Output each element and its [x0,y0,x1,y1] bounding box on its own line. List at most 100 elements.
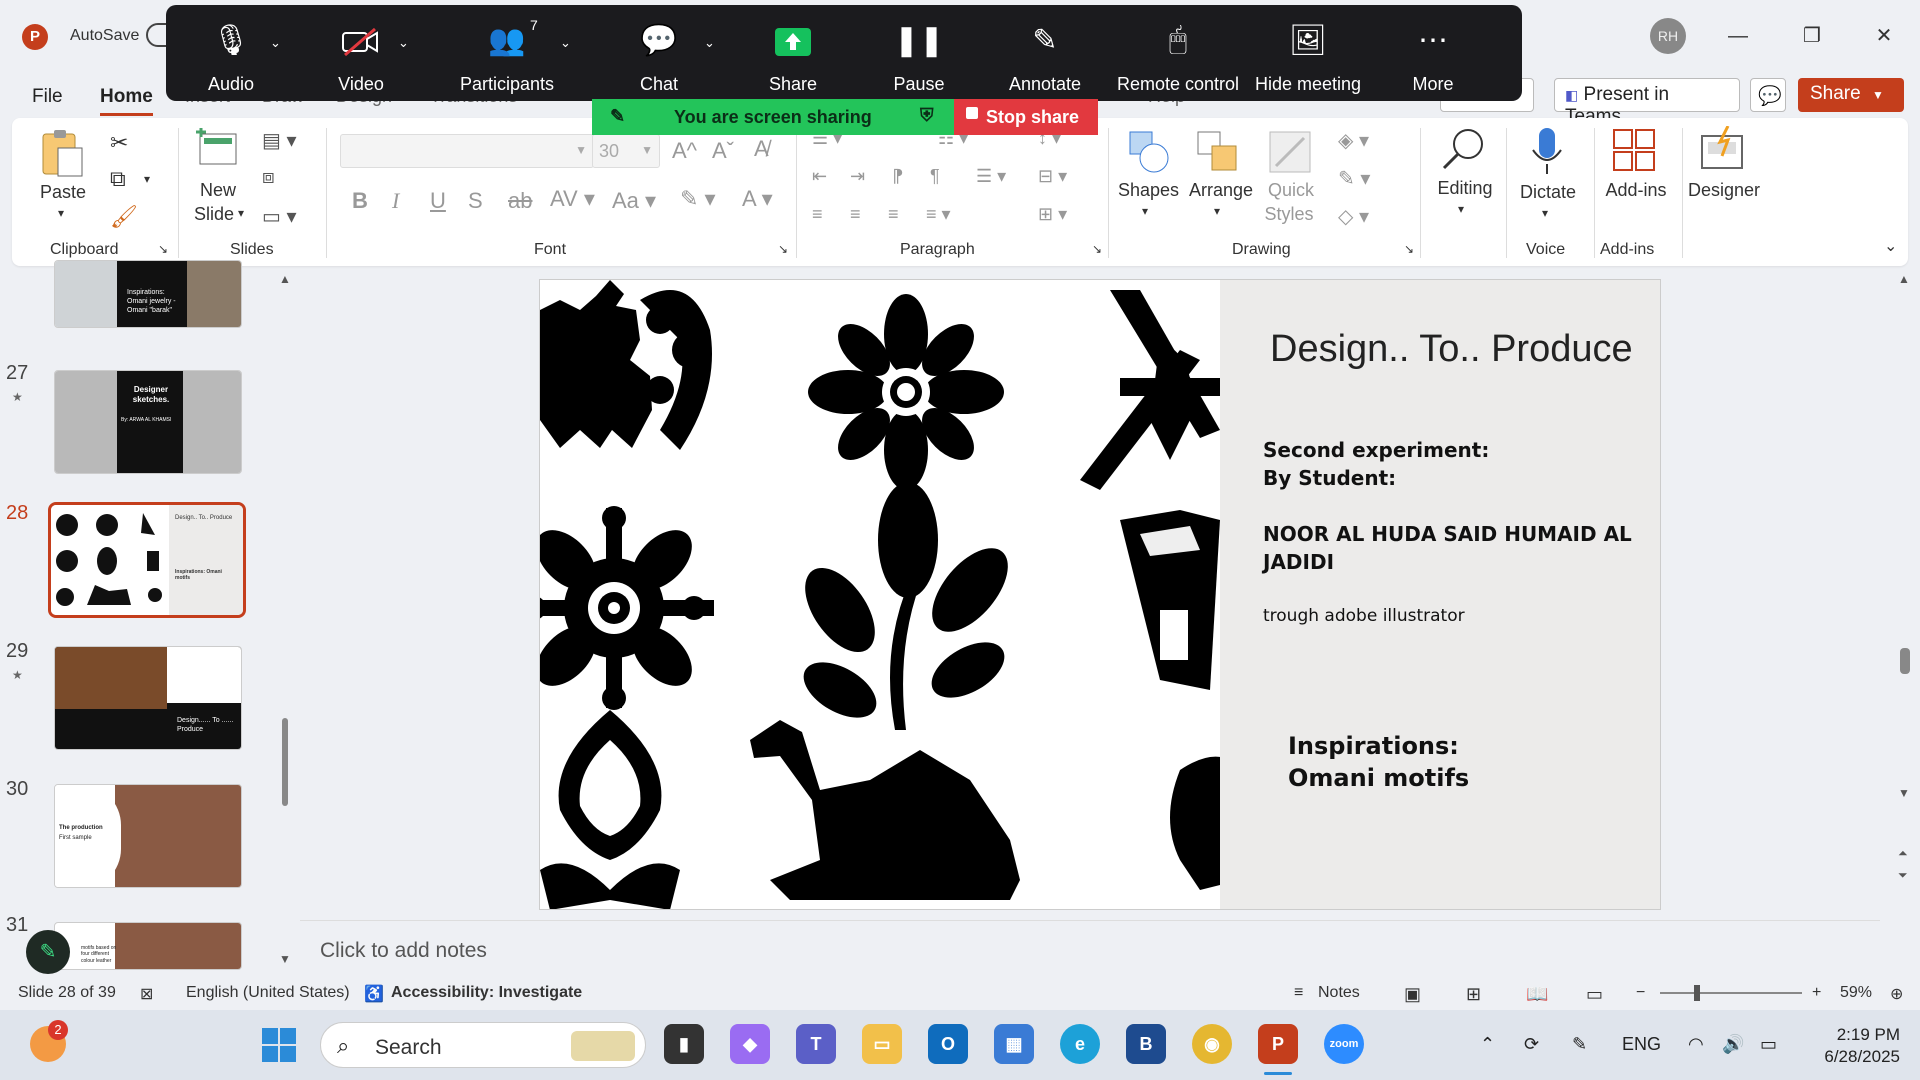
decrease-font-icon[interactable]: Aˇ [712,138,734,164]
chevron-down-icon[interactable]: ⌄ [704,35,715,51]
chevron-down-icon[interactable]: ▾ [1214,204,1220,218]
notes-toggle[interactable]: Notes [1318,984,1360,1002]
spelling-icon[interactable]: ⊠ [140,984,153,1004]
slide-thumbnail-31[interactable]: motifs based on four different colour le… [54,922,242,970]
chevron-down-icon[interactable]: ▾ [1142,204,1148,218]
zoom-app-icon[interactable]: zoom [1324,1024,1364,1064]
clear-formatting-icon[interactable]: A̸ [754,136,769,162]
decrease-indent-icon[interactable]: ⇤ [812,166,827,187]
battery-icon[interactable]: ▭ [1760,1034,1777,1055]
justify-icon[interactable]: ≡ ▾ [926,204,951,225]
scroll-thumb[interactable] [282,718,288,806]
chrome-icon[interactable]: ◉ [1192,1024,1232,1064]
arrange-icon[interactable] [1194,128,1242,176]
quick-styles-icon[interactable] [1266,128,1314,176]
magnifier-icon[interactable] [1440,126,1490,172]
underline-icon[interactable]: U [430,188,446,214]
wifi-icon[interactable]: ◠ [1688,1034,1704,1055]
scroll-down-icon[interactable]: ▼ [279,952,291,966]
participants-button[interactable]: 👥 Participants [442,5,572,101]
highlight-icon[interactable]: ✎ ▾ [680,186,716,212]
pause-button[interactable]: ❚❚ Pause [854,5,984,101]
slide-title[interactable]: Design.. To.. Produce [1270,328,1633,371]
slide-thumbnail-30[interactable]: The production First sample [54,784,242,888]
screen-sharing-banner[interactable]: ✎ You are screen sharing ⛨ [592,99,954,135]
slide-thumbnail-27[interactable]: Designer sketches. By: ARWA AL KHAMSI [54,370,242,474]
scroll-down-icon[interactable]: ▼ [1898,786,1910,800]
slide-text-omani-motifs[interactable]: Omani motifs [1288,764,1469,792]
scroll-thumb[interactable] [1900,648,1910,674]
drag-handle-icon[interactable]: ✎ [610,106,625,127]
bold-icon[interactable]: B [352,188,368,214]
tab-file[interactable]: File [32,86,63,108]
zoom-slider[interactable] [1660,985,1802,1001]
video-button[interactable]: Video [296,5,426,101]
previous-slide-icon[interactable]: ⏶ [1898,846,1908,861]
chevron-down-icon[interactable]: ▾ [58,206,64,220]
powerpoint-taskbar-icon[interactable]: P [1258,1024,1298,1064]
paste-icon[interactable] [40,128,86,178]
reading-view-icon[interactable]: 📖 [1526,984,1548,1005]
change-case-icon[interactable]: Aa ▾ [612,188,656,214]
share-screen-button[interactable]: Share [728,5,858,101]
strikethrough-icon[interactable]: ab [508,188,532,214]
shadow-icon[interactable]: S [468,188,483,214]
task-view-icon[interactable]: ▮ [664,1024,704,1064]
chevron-down-icon[interactable]: ▾ [238,206,244,220]
chevron-down-icon[interactable]: ▾ [144,172,150,186]
copilot-icon[interactable]: ◆ [730,1024,770,1064]
align-text-icon[interactable]: ⊟ ▾ [1038,166,1067,187]
shape-fill-icon[interactable]: ◈ ▾ [1338,128,1369,153]
italic-icon[interactable]: I [392,188,399,214]
chat-button[interactable]: 💬 Chat [594,5,724,101]
designer-label[interactable]: Designer [1686,180,1762,201]
annotate-button[interactable]: ✎ Annotate [980,5,1110,101]
editing-label[interactable]: Editing [1430,178,1500,199]
increase-indent-icon[interactable]: ⇥ [850,166,865,187]
font-color-icon[interactable]: A ▾ [742,186,773,212]
dialog-launcher-icon[interactable]: ↘ [1092,242,1102,256]
dictate-label[interactable]: Dictate [1512,182,1584,203]
notes-placeholder[interactable]: Click to add notes [320,939,487,963]
microphone-icon[interactable] [1530,126,1564,178]
remote-control-button[interactable]: 🖱 Remote control [1108,5,1248,101]
slide-text-student-name-1[interactable]: NOOR AL HUDA SAID HUMAID AL [1263,522,1632,546]
notes-pane[interactable]: Click to add notes [300,920,1880,976]
hide-meeting-button[interactable]: 🖼 Hide meeting [1238,5,1378,101]
volume-icon[interactable]: 🔊 [1722,1034,1744,1055]
more-button[interactable]: ⋯ More [1368,5,1498,101]
align-left-icon[interactable]: ≡ [812,204,823,225]
annotate-pen-icon[interactable]: ✎ [26,930,70,974]
normal-view-icon[interactable]: ▣ [1404,984,1421,1005]
character-spacing-icon[interactable]: AV ▾ [550,186,595,212]
avatar[interactable]: RH [1650,18,1686,54]
align-center-icon[interactable]: ≡ [850,204,861,225]
zoom-slider-handle[interactable] [1694,985,1700,1001]
accessibility-status[interactable]: Accessibility: Investigate [391,984,582,1002]
slide-scrollbar[interactable]: ▲ ▼ ⏶ ⏷ [1894,270,1916,970]
sync-icon[interactable]: ⟳ [1524,1034,1539,1055]
scroll-up-icon[interactable]: ▲ [1898,272,1910,286]
taskbar-clock[interactable]: 2:19 PM 6/28/2025 [1800,1024,1900,1068]
zoom-level[interactable]: 59% [1840,984,1872,1002]
outlook-icon[interactable]: O [928,1024,968,1064]
font-name-input[interactable]: ▼ [340,134,594,168]
designer-icon[interactable] [1698,126,1748,172]
thumbnail-scrollbar[interactable]: ▲ ▼ [276,270,294,970]
slideshow-icon[interactable]: ▭ [1586,984,1603,1005]
pen-icon[interactable]: ✎ [1572,1034,1587,1055]
slide-text-inspirations[interactable]: Inspirations: [1288,732,1459,760]
format-painter-icon[interactable]: 🖌 [110,204,138,230]
increase-font-icon[interactable]: A^ [672,138,697,164]
slide-thumbnail-28[interactable]: Design.. To.. Produce Inspirations: Oman… [48,502,246,618]
copy-icon[interactable]: ⧉ [110,166,126,192]
columns-icon[interactable]: ☰ ▾ [976,166,1006,187]
section-icon[interactable]: ▭ ▾ [262,204,297,229]
language-label[interactable]: English (United States) [186,984,350,1002]
slide-count[interactable]: Slide 28 of 39 [18,984,116,1002]
add-ins-icon[interactable] [1612,128,1658,174]
cut-icon[interactable]: ✂ [110,130,128,156]
chevron-down-icon[interactable]: ▾ [1458,202,1464,216]
align-right-icon[interactable]: ≡ [888,204,899,225]
zoom-in-icon[interactable]: + [1812,984,1821,1002]
